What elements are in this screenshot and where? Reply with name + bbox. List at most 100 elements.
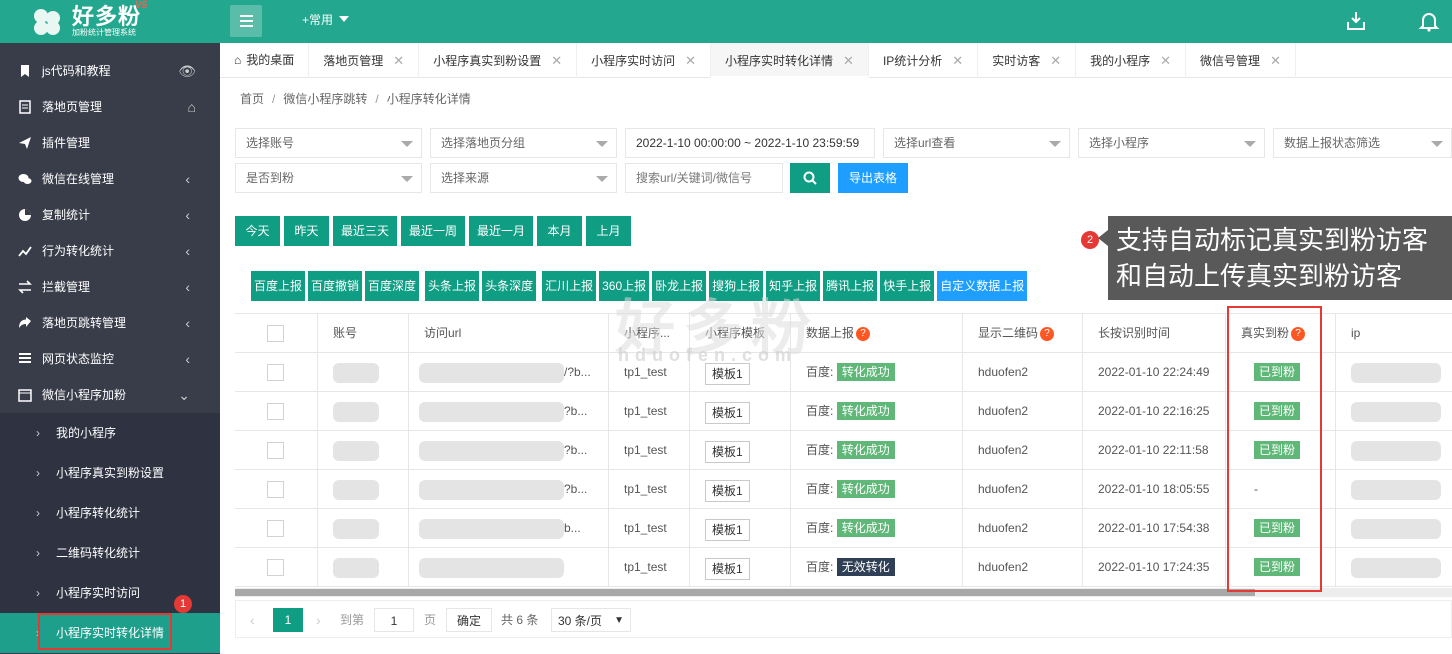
- tab[interactable]: 小程序真实到粉设置 ✕: [419, 43, 578, 78]
- url-view-select[interactable]: 选择url查看: [883, 128, 1070, 158]
- download-icon[interactable]: [1345, 10, 1367, 32]
- column-header[interactable]: 显示二维码?: [962, 314, 1082, 353]
- row-checkbox[interactable]: [267, 520, 284, 537]
- sidebar-item[interactable]: js代码和教程 👁: [0, 53, 220, 89]
- report-status-select[interactable]: 数据上报状态筛选: [1273, 128, 1452, 158]
- is-arrived-select[interactable]: 是否到粉: [235, 163, 422, 193]
- help-icon[interactable]: ?: [856, 327, 871, 341]
- report-button[interactable]: 百度深度: [365, 271, 420, 301]
- source-select[interactable]: 选择来源: [430, 163, 617, 193]
- miniprogram-select[interactable]: 选择小程序: [1078, 128, 1265, 158]
- next-page-icon[interactable]: ›: [316, 608, 321, 632]
- quick-date-button[interactable]: 最近一周: [401, 216, 465, 246]
- template-button[interactable]: 模板1: [705, 557, 750, 580]
- sidebar-item[interactable]: 复制统计 ‹: [0, 197, 220, 233]
- report-button[interactable]: 头条上报: [425, 271, 480, 301]
- close-icon[interactable]: ✕: [952, 53, 963, 68]
- goto-confirm-button[interactable]: 确定: [446, 608, 492, 632]
- tab[interactable]: 小程序实时访问 ✕: [577, 43, 712, 78]
- per-page-select[interactable]: 30 条/页 ▼: [551, 608, 631, 632]
- sidebar-item[interactable]: 网页状态监控 ‹: [0, 341, 220, 377]
- column-header[interactable]: 数据上报?: [790, 314, 962, 353]
- sidebar-item[interactable]: 行为转化统计 ‹: [0, 233, 220, 269]
- template-button[interactable]: 模板1: [705, 362, 750, 385]
- sidebar-subitem[interactable]: › 二维码转化统计: [0, 533, 220, 573]
- quick-date-button[interactable]: 最近一月: [469, 216, 533, 246]
- quick-date-button[interactable]: 昨天: [284, 216, 329, 246]
- close-icon[interactable]: ✕: [1160, 53, 1171, 68]
- close-icon[interactable]: ✕: [685, 53, 696, 68]
- tab[interactable]: IP统计分析 ✕: [869, 43, 979, 78]
- chevron-left-icon: ‹: [185, 207, 190, 223]
- report-button[interactable]: 百度撤销: [308, 271, 363, 301]
- sidebar-item[interactable]: 落地页跳转管理 ‹: [0, 305, 220, 341]
- column-header[interactable]: 长按识别时间: [1082, 314, 1225, 353]
- sidebar-subitem[interactable]: › 小程序转化统计: [0, 493, 220, 533]
- help-icon[interactable]: ?: [1040, 327, 1055, 341]
- sidebar-item[interactable]: 拦截管理 ‹: [0, 269, 220, 305]
- select-all-checkbox[interactable]: [267, 325, 284, 342]
- quick-date-button[interactable]: 本月: [537, 216, 582, 246]
- sidebar-item[interactable]: 微信小程序加粉 ⌄: [0, 377, 220, 413]
- close-icon[interactable]: ✕: [1050, 53, 1061, 68]
- tab[interactable]: 微信号管理 ✕: [1186, 43, 1296, 78]
- sidebar-item[interactable]: 落地页管理 ⌂: [0, 89, 220, 125]
- tab[interactable]: 小程序实时转化详情 ✕: [711, 43, 869, 78]
- column-header[interactable]: 小程序模板: [689, 314, 790, 353]
- report-button[interactable]: 百度上报: [251, 271, 306, 301]
- breadcrumb-section[interactable]: 微信小程序跳转: [283, 92, 367, 106]
- export-button[interactable]: 导出表格: [838, 163, 908, 193]
- report-button[interactable]: 搜狗上报: [709, 271, 764, 301]
- quick-date-button[interactable]: 上月: [586, 216, 631, 246]
- template-button[interactable]: 模板1: [705, 518, 750, 541]
- row-checkbox[interactable]: [267, 481, 284, 498]
- close-icon[interactable]: ✕: [843, 53, 854, 68]
- report-button[interactable]: 汇川上报: [542, 271, 597, 301]
- template-button[interactable]: 模板1: [705, 401, 750, 424]
- tab[interactable]: ⌂ 我的桌面: [220, 43, 310, 78]
- date-range-input[interactable]: 2022-1-10 00:00:00 ~ 2022-1-10 23:59:59: [625, 128, 875, 158]
- page-number-current[interactable]: 1: [273, 608, 303, 632]
- column-header[interactable]: ip: [1335, 314, 1452, 353]
- custom-report-button[interactable]: 自定义数据上报: [937, 271, 1028, 301]
- scrollbar-thumb[interactable]: [235, 589, 1255, 596]
- column-header[interactable]: 账号: [317, 314, 408, 353]
- template-button[interactable]: 模板1: [705, 479, 750, 502]
- column-header[interactable]: 小程序...: [608, 314, 689, 353]
- quick-date-button[interactable]: 最近三天: [333, 216, 397, 246]
- tab[interactable]: 我的小程序 ✕: [1076, 43, 1187, 78]
- tab[interactable]: 落地页管理 ✕: [309, 43, 420, 78]
- close-icon[interactable]: ✕: [393, 53, 404, 68]
- logo[interactable]: 好多粉 加粉统计管理系统 V5: [0, 0, 220, 43]
- account-select[interactable]: 选择账号: [235, 128, 422, 158]
- column-header[interactable]: 访问url: [408, 314, 608, 353]
- search-input[interactable]: 搜索url/关键词/微信号: [625, 163, 783, 193]
- common-menu-dropdown[interactable]: +常用: [302, 11, 350, 28]
- sidebar-item[interactable]: 微信在线管理 ‹: [0, 161, 220, 197]
- search-button[interactable]: [790, 163, 830, 193]
- prev-page-icon[interactable]: ‹: [250, 608, 255, 632]
- report-button[interactable]: 头条深度: [482, 271, 537, 301]
- row-checkbox[interactable]: [267, 403, 284, 420]
- breadcrumb-home[interactable]: 首页: [240, 92, 264, 106]
- report-button[interactable]: 知乎上报: [766, 271, 821, 301]
- report-button[interactable]: 快手上报: [880, 271, 935, 301]
- close-icon[interactable]: ✕: [551, 53, 562, 68]
- sidebar-item[interactable]: 插件管理: [0, 125, 220, 161]
- close-icon[interactable]: ✕: [1270, 53, 1281, 68]
- sidebar-subitem[interactable]: › 我的小程序: [0, 413, 220, 453]
- template-button[interactable]: 模板1: [705, 440, 750, 463]
- sidebar-subitem[interactable]: › 小程序真实到粉设置: [0, 453, 220, 493]
- bell-icon[interactable]: [1418, 10, 1440, 32]
- row-checkbox[interactable]: [267, 559, 284, 576]
- report-button[interactable]: 腾讯上报: [823, 271, 878, 301]
- menu-toggle-button[interactable]: [230, 5, 262, 37]
- quick-date-button[interactable]: 今天: [235, 216, 280, 246]
- report-button[interactable]: 卧龙上报: [652, 271, 707, 301]
- row-checkbox[interactable]: [267, 364, 284, 381]
- row-checkbox[interactable]: [267, 442, 284, 459]
- tab[interactable]: 实时访客 ✕: [978, 43, 1077, 78]
- goto-page-input[interactable]: 1: [374, 608, 414, 632]
- report-button[interactable]: 360上报: [599, 271, 650, 301]
- landing-group-select[interactable]: 选择落地页分组: [430, 128, 617, 158]
